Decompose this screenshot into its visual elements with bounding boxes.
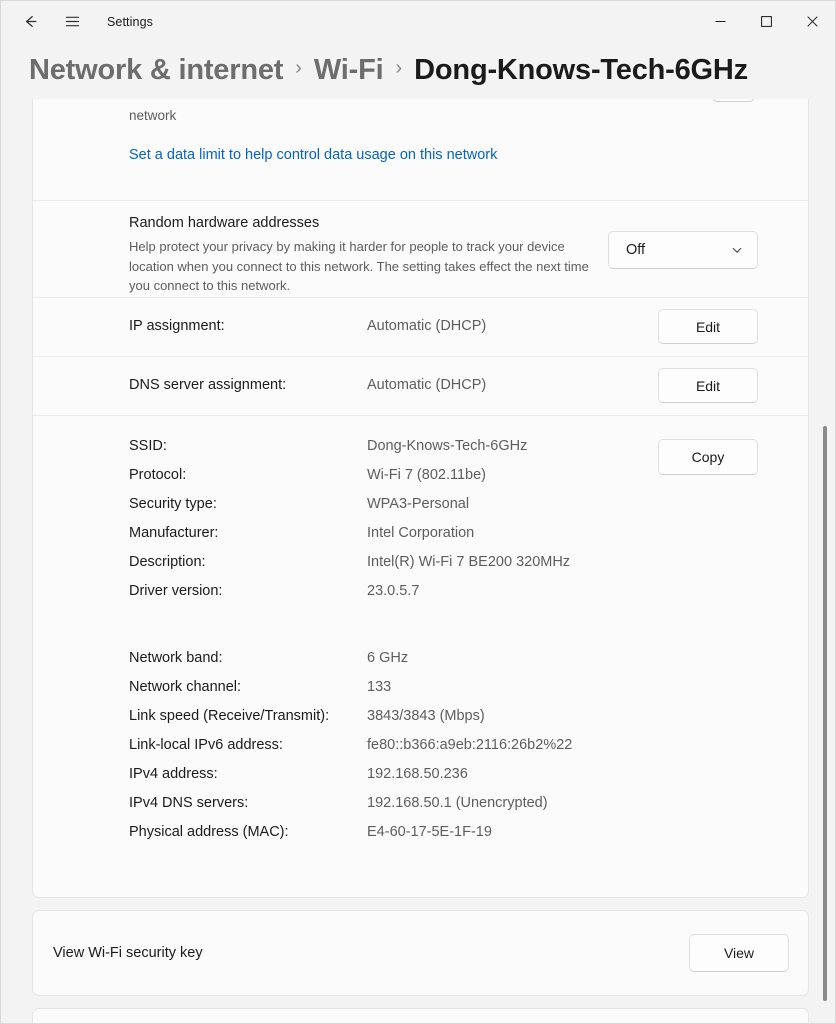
network-details-group-connection: Network band: 6 GHz Network channel: 133 L… bbox=[33, 612, 808, 853]
detail-row: Link-local IPv6 address: fe80::b366:a9eb:… bbox=[33, 737, 808, 766]
maximize-button[interactable] bbox=[743, 1, 789, 42]
back-arrow-icon[interactable] bbox=[13, 7, 47, 37]
ip-assignment-value: Automatic (DHCP) bbox=[367, 318, 486, 334]
settings-content: network Set a data limit to help control… bbox=[1, 99, 806, 1023]
app-title: Settings bbox=[107, 15, 153, 29]
breadcrumb: Network & internet › Wi-Fi › Dong-Knows-… bbox=[1, 42, 835, 99]
ip-assignment-label: IP assignment: bbox=[129, 318, 225, 334]
detail-value: 23.0.5.7 bbox=[367, 583, 419, 599]
chevron-down-icon bbox=[731, 244, 743, 256]
random-hardware-title: Random hardware addresses bbox=[129, 215, 319, 231]
detail-key: Description: bbox=[129, 554, 206, 570]
dns-assignment-edit-button[interactable]: Edit bbox=[658, 368, 758, 403]
breadcrumb-separator: › bbox=[295, 57, 302, 80]
network-details-section: Copy SSID:Dong-Knows-Tech-6GHz Protocol:… bbox=[33, 415, 808, 897]
detail-value: 192.168.50.236 bbox=[367, 766, 468, 782]
hamburger-menu-icon[interactable] bbox=[55, 7, 89, 37]
detail-row: Manufacturer: Intel Corporation bbox=[33, 525, 808, 554]
close-button[interactable] bbox=[789, 1, 835, 42]
metered-description-tail: network bbox=[129, 108, 176, 123]
view-security-key-label: View Wi-Fi security key bbox=[53, 945, 203, 961]
detail-row: Network channel: 133 bbox=[33, 679, 808, 708]
detail-key: IPv4 DNS servers: bbox=[129, 795, 248, 811]
breadcrumb-item-wifi[interactable]: Wi-Fi bbox=[314, 54, 384, 87]
window-controls bbox=[697, 1, 835, 42]
detail-row: IPv4 DNS servers: 192.168.50.1 (Unencrypt… bbox=[33, 795, 808, 824]
detail-row: Description: Intel(R) Wi-Fi 7 BE200 320MH… bbox=[33, 554, 808, 583]
dns-assignment-label: DNS server assignment: bbox=[129, 377, 286, 393]
ip-assignment-edit-button[interactable]: Edit bbox=[658, 309, 758, 344]
network-properties-card: network Set a data limit to help control… bbox=[32, 99, 809, 898]
set-data-limit-link[interactable]: Set a data limit to help control data us… bbox=[129, 147, 497, 163]
detail-key: Manufacturer: bbox=[129, 525, 218, 541]
title-bar: Settings bbox=[1, 1, 835, 42]
detail-key: IPv4 address: bbox=[129, 766, 218, 782]
detail-key: Link-local IPv6 address: bbox=[129, 737, 283, 753]
dns-assignment-value: Automatic (DHCP) bbox=[367, 377, 486, 393]
metered-connection-section: network Set a data limit to help control… bbox=[33, 99, 808, 200]
advanced-properties-card: Advanced Wi-Fi network properties Edit bbox=[32, 1008, 809, 1023]
network-details-group-primary: SSID: Dong-Knows-Tech-6GHz Protocol: Wi-Fi… bbox=[33, 416, 808, 612]
detail-value: fe80::b366:a9eb:2116:26b2%22 bbox=[367, 737, 572, 753]
detail-row: IPv4 address: 192.168.50.236 bbox=[33, 766, 808, 795]
detail-value: Wi-Fi 7 (802.11be) bbox=[367, 467, 486, 483]
detail-key: Network band: bbox=[129, 650, 223, 666]
scrollbar-thumb[interactable] bbox=[823, 426, 827, 1001]
settings-window: Settings Network & internet › Wi-Fi › Do… bbox=[0, 0, 836, 1024]
detail-row: Protocol: Wi-Fi 7 (802.11be) bbox=[33, 467, 808, 496]
detail-value: 6 GHz bbox=[367, 650, 408, 666]
detail-value: 3843/3843 (Mbps) bbox=[367, 708, 485, 724]
detail-value: Dong-Knows-Tech-6GHz bbox=[367, 438, 527, 454]
detail-value: 192.168.50.1 (Unencrypted) bbox=[367, 795, 548, 811]
detail-row: Driver version: 23.0.5.7 bbox=[33, 583, 808, 612]
detail-key: Network channel: bbox=[129, 679, 241, 695]
detail-key: SSID: bbox=[129, 438, 167, 454]
detail-key: Driver version: bbox=[129, 583, 222, 599]
view-security-key-card: View Wi-Fi security key View bbox=[32, 910, 809, 996]
detail-value: WPA3-Personal bbox=[367, 496, 469, 512]
breadcrumb-item-network-internet[interactable]: Network & internet bbox=[29, 54, 283, 87]
random-hardware-description: Help protect your privacy by making it h… bbox=[129, 237, 609, 296]
view-security-key-button[interactable]: View bbox=[689, 934, 789, 972]
ip-assignment-row: IP assignment: Automatic (DHCP) Edit bbox=[33, 297, 808, 356]
settings-scroll-area[interactable]: network Set a data limit to help control… bbox=[1, 99, 835, 1023]
detail-key: Link speed (Receive/Transmit): bbox=[129, 708, 329, 724]
dns-assignment-row: DNS server assignment: Automatic (DHCP) … bbox=[33, 356, 808, 415]
detail-row: SSID: Dong-Knows-Tech-6GHz bbox=[33, 438, 808, 467]
minimize-button[interactable] bbox=[697, 1, 743, 42]
detail-value: Intel(R) Wi-Fi 7 BE200 320MHz bbox=[367, 554, 570, 570]
detail-row: Network band: 6 GHz bbox=[33, 650, 808, 679]
detail-value: 133 bbox=[367, 679, 391, 695]
random-hardware-dropdown-value: Off bbox=[626, 242, 731, 258]
detail-row: Physical address (MAC): E4-60-17-5E-1F-19 bbox=[33, 824, 808, 853]
metered-toggle-clipped[interactable] bbox=[713, 99, 754, 102]
detail-row: Link speed (Receive/Transmit): 3843/3843 … bbox=[33, 708, 808, 737]
vertical-scrollbar[interactable] bbox=[819, 99, 831, 1021]
detail-key: Protocol: bbox=[129, 467, 186, 483]
breadcrumb-item-current-network: Dong-Knows-Tech-6GHz bbox=[414, 54, 748, 87]
random-hardware-dropdown[interactable]: Off bbox=[608, 231, 758, 269]
detail-value: E4-60-17-5E-1F-19 bbox=[367, 824, 492, 840]
breadcrumb-separator: › bbox=[396, 57, 403, 80]
random-hardware-addresses-row: Random hardware addresses Help protect y… bbox=[33, 200, 808, 297]
detail-value: Intel Corporation bbox=[367, 525, 474, 541]
detail-key: Physical address (MAC): bbox=[129, 824, 289, 840]
detail-row: Security type: WPA3-Personal bbox=[33, 496, 808, 525]
detail-key: Security type: bbox=[129, 496, 217, 512]
